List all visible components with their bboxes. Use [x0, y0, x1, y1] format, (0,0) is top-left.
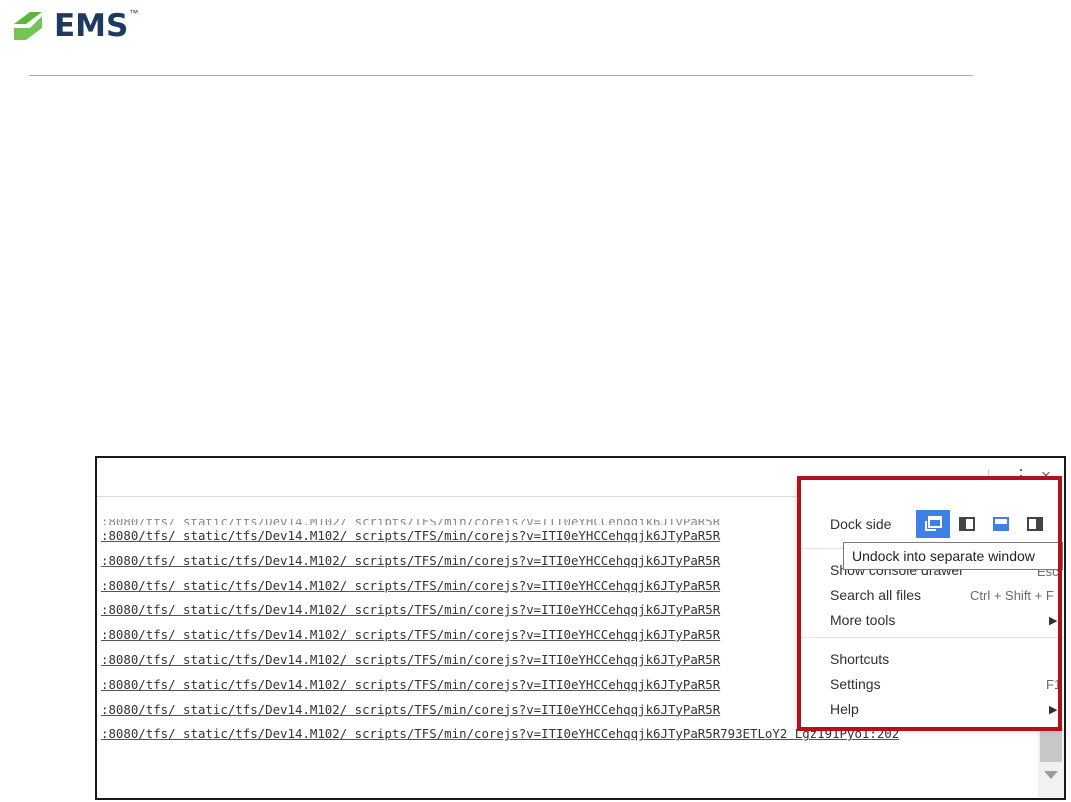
dock-side-label: Dock side [830, 516, 892, 532]
logo-text: EMS™ [54, 8, 139, 44]
log-link[interactable]: :8080/tfs/ static/tfs/Dev14.M102/ script… [101, 648, 899, 673]
log-link[interactable]: :8080/tfs/ static/tfs/Dev14.M102/ script… [101, 623, 899, 648]
log-link[interactable]: :8080/tfs/ static/tfs/Dev14.M102/ script… [101, 698, 899, 723]
settings-item[interactable]: Settings [830, 676, 881, 692]
more-tools-item[interactable]: More tools [830, 612, 895, 628]
log-link[interactable]: :8080/tfs/ static/tfs/Dev14.M102/ script… [101, 574, 899, 599]
dock-bottom-icon[interactable] [984, 510, 1018, 538]
submenu-arrow-icon: ▶ [1049, 615, 1058, 627]
ems-logo: EMS™ [8, 4, 138, 48]
devtools-menu: Dock side Show console drawer Esc Search… [799, 478, 1064, 728]
settings-shortcut: F1 [1046, 677, 1062, 692]
search-all-files-shortcut: Ctrl + Shift + F [970, 588, 1054, 603]
dock-right-icon[interactable] [1018, 510, 1052, 538]
devtools-screenshot: ⋮ × :8080/tfs/_static/tfs/Dev14.M102/_sc… [95, 456, 1066, 800]
scroll-down-arrow-icon[interactable] [1044, 771, 1058, 779]
search-all-files-item[interactable]: Search all files [830, 587, 921, 603]
undock-icon[interactable] [916, 510, 950, 538]
log-link[interactable]: :8080/tfs/ static/tfs/Dev14.M102/ script… [101, 524, 899, 549]
ems-logo-mark-icon [14, 12, 42, 40]
console-log: :8080/tfs/ static/tfs/Dev14.M102/ script… [101, 524, 899, 747]
log-link[interactable]: :8080/tfs/ static/tfs/Dev14.M102/ script… [101, 673, 899, 698]
help-item[interactable]: Help [830, 701, 859, 717]
log-link[interactable]: :8080/tfs/ static/tfs/Dev14.M102/ script… [101, 722, 899, 747]
shortcuts-item[interactable]: Shortcuts [830, 651, 889, 667]
menu-separator [799, 637, 1064, 638]
submenu-arrow-icon: ▶ [1049, 704, 1058, 716]
scrollbar-thumb[interactable] [1040, 728, 1062, 762]
header-divider [29, 75, 973, 76]
log-link[interactable]: :8080/tfs/ static/tfs/Dev14.M102/ script… [101, 598, 899, 623]
dock-tooltip: Undock into separate window [843, 542, 1063, 570]
log-link[interactable]: :8080/tfs/ static/tfs/Dev14.M102/ script… [101, 549, 899, 574]
dock-left-icon[interactable] [950, 510, 984, 538]
